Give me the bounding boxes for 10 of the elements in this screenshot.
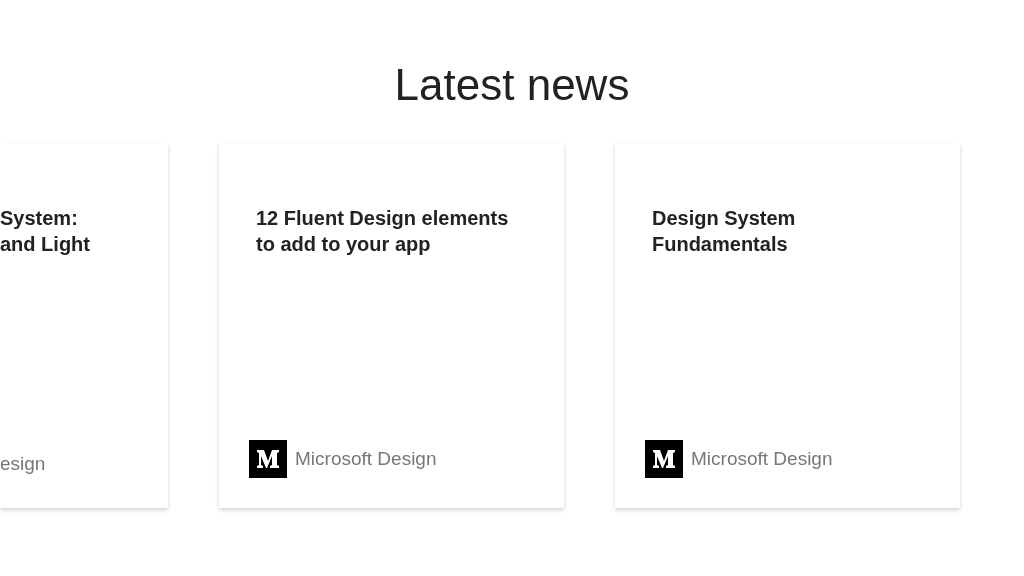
card-title: System: and Light [0,206,91,257]
source-label: Microsoft Design [295,446,437,471]
card-title: 12 Fluent Design elements to add to your app [255,206,510,257]
card-title: Design System Fundamentals [651,206,797,257]
source-label: Microsoft Design [691,446,833,471]
news-card[interactable]: Design System Fundamentals Microsoft Design [615,143,960,508]
section-heading: Latest news [393,59,631,111]
news-card[interactable]: 12 Fluent Design elements to add to your app Microsoft Design [219,143,564,508]
source-label: esign [0,451,46,476]
news-card[interactable]: System: and Light esign [0,143,168,508]
